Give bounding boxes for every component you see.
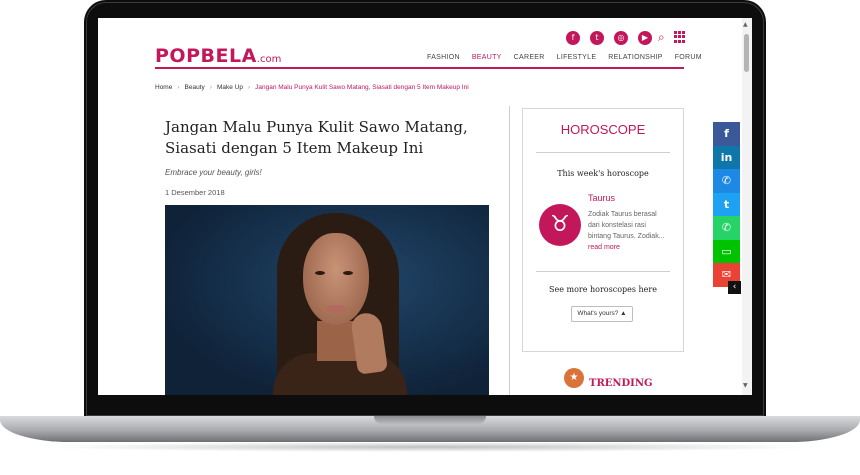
share-bar: f in ✆ t ✆ ▭ ✉ [713, 122, 740, 287]
site-logo[interactable]: POPBELA.com [155, 45, 281, 67]
linkedin-share-icon[interactable]: in [713, 145, 740, 169]
youtube-icon[interactable]: ▶ [638, 31, 652, 45]
logo-suffix: .com [256, 54, 282, 65]
vertical-scrollbar[interactable]: ▲ ▼ [742, 18, 752, 395]
breadcrumb-separator: › [247, 84, 251, 91]
nav-item-forum[interactable]: FORUM [675, 54, 702, 61]
horoscope-see-more: See more horoscopes here [549, 285, 657, 294]
breadcrumb-beauty[interactable]: Beauty [185, 84, 205, 91]
search-icon[interactable]: ⌕ [658, 30, 672, 44]
horoscope-widget: HOROSCOPE This week's horoscope ♉ Taurus… [522, 108, 684, 352]
breadcrumb-separator: › [177, 84, 180, 91]
breadcrumb: Home › Beauty › Make Up › Jangan Malu Punya Ku… [155, 84, 469, 91]
main-nav: FASHION BEAUTY CAREER LIFESTYLE RELATION… [427, 54, 702, 61]
nav-item-career[interactable]: CAREER [514, 54, 545, 61]
horoscope-select-value: What's yours? [577, 310, 619, 317]
instagram-icon[interactable]: ◎ [614, 31, 628, 45]
article-subtitle: Embrace your beauty, girls! [165, 168, 262, 177]
horoscope-desc-text: Zodiak Taurus berasal dari konstelasi ra… [588, 211, 665, 240]
trending-badge-icon: ★ [564, 368, 584, 388]
menu-grid-icon[interactable] [674, 31, 686, 43]
column-divider [509, 106, 510, 395]
read-more-link[interactable]: read more [588, 244, 620, 251]
taurus-icon[interactable]: ♉ [539, 204, 581, 246]
logo-text: POPBELA [155, 45, 257, 67]
scroll-down-icon[interactable]: ▼ [743, 382, 748, 389]
article-hero-image [165, 205, 489, 395]
social-links: f t ◎ ▶ [566, 31, 652, 45]
twitter-icon[interactable]: t [590, 31, 604, 45]
caret-up-icon: ▲ [620, 310, 627, 317]
nav-item-relationship[interactable]: RELATIONSHIP [608, 54, 662, 61]
horoscope-select[interactable]: What's yours? ▲ [571, 306, 633, 322]
nav-item-beauty[interactable]: BEAUTY [472, 54, 502, 61]
scroll-thumb[interactable] [744, 34, 749, 72]
breadcrumb-current: Jangan Malu Punya Kulit Sawo Matang, Sia… [255, 84, 469, 91]
laptop-shadow [40, 442, 820, 452]
horoscope-sign-name[interactable]: Taurus [588, 193, 615, 203]
article-date: 1 Desember 2018 [165, 188, 225, 197]
horoscope-sign-description: Zodiak Taurus berasal dari konstelasi ra… [588, 209, 670, 253]
whatsapp-share-icon[interactable]: ✆ [713, 216, 740, 240]
messenger-share-icon[interactable]: ✆ [713, 169, 740, 193]
twitter-share-icon[interactable]: t [713, 192, 740, 216]
line-share-icon[interactable]: ▭ [713, 239, 740, 263]
article-title: Jangan Malu Punya Kulit Sawo Matang, Sia… [165, 118, 468, 157]
horoscope-title: HOROSCOPE [560, 122, 646, 137]
facebook-icon[interactable]: f [566, 31, 580, 45]
browser-screen: POPBELA.com f t ◎ ▶ ⌕ FASHION BEAUTY CAR… [98, 18, 752, 395]
nav-item-lifestyle[interactable]: LIFESTYLE [557, 54, 597, 61]
trending-heading: TRENDING [589, 378, 653, 389]
chevron-left-icon[interactable]: ‹ [728, 281, 741, 294]
breadcrumb-makeup[interactable]: Make Up [217, 84, 243, 91]
scroll-up-icon[interactable]: ▲ [743, 21, 748, 28]
laptop-notch [374, 416, 486, 424]
breadcrumb-separator: › [209, 84, 212, 91]
header-divider [155, 67, 684, 69]
breadcrumb-home[interactable]: Home [155, 84, 172, 91]
nav-item-fashion[interactable]: FASHION [427, 54, 460, 61]
horoscope-week-label: This week's horoscope [557, 169, 649, 178]
facebook-share-icon[interactable]: f [713, 122, 740, 146]
